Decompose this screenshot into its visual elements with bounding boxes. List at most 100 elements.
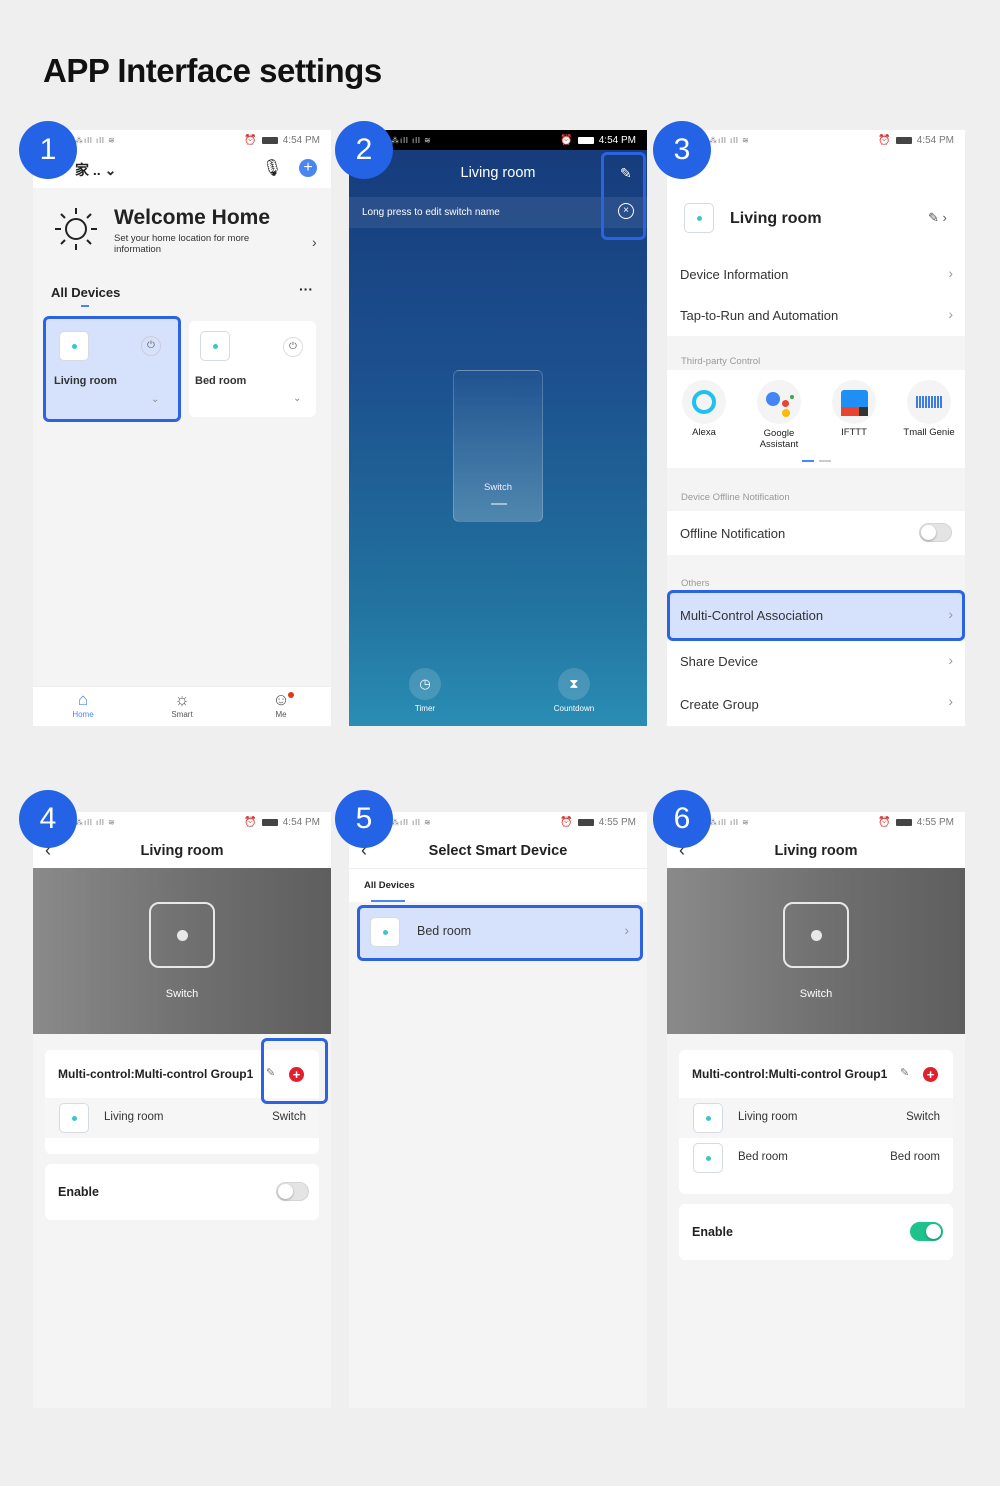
- switch-label: Switch: [799, 988, 833, 1000]
- enable-toggle[interactable]: [276, 1182, 309, 1201]
- step-badge-4: 4: [19, 790, 77, 848]
- switch-icon[interactable]: [149, 902, 215, 968]
- chevron-down-icon[interactable]: ⌄: [293, 393, 301, 404]
- page-title: APP Interface settings: [43, 52, 382, 89]
- screen-multi-control-linked: ⁂ıll ıll ≋ ⏰ 4:55 PM ‹ Living room Switch …: [667, 812, 965, 1408]
- device-name: Living room: [738, 1111, 798, 1123]
- pager-dot-active[interactable]: [802, 460, 814, 462]
- switch-button[interactable]: Switch: [453, 370, 543, 522]
- enable-label: Enable: [692, 1225, 733, 1239]
- highlight-box: [43, 316, 181, 422]
- nav-home[interactable]: ⌂ Home: [63, 690, 103, 719]
- row-device-information[interactable]: Device Information ›: [667, 254, 965, 295]
- screen-title: Living room: [774, 843, 858, 859]
- tmall-genie-icon: [907, 380, 951, 424]
- alexa-button[interactable]: Alexa: [679, 380, 729, 438]
- sun-icon: ☼: [174, 690, 190, 709]
- chevron-right-icon: ›: [948, 265, 953, 281]
- row-tap-to-run[interactable]: Tap-to-Run and Automation ›: [667, 295, 965, 336]
- welcome-title: Welcome Home: [114, 206, 270, 229]
- edit-icon[interactable]: ✎ ›: [928, 210, 947, 226]
- switch-name: Bed room: [890, 1151, 940, 1163]
- chevron-right-icon: ›: [948, 306, 953, 322]
- device-name: Living room: [730, 210, 822, 227]
- row-share-device[interactable]: Share Device ›: [667, 641, 965, 682]
- alarm-icon: ⏰: [244, 134, 257, 146]
- section-header: Third-party Control: [681, 356, 761, 367]
- screen-title: Living room: [140, 843, 224, 859]
- switch-label: Switch: [484, 482, 512, 493]
- screen-title: Select Smart Device: [428, 843, 568, 859]
- status-bar: ⁂ıll ıll ≋ ⏰ 4:54 PM: [75, 134, 320, 146]
- add-device-button[interactable]: +: [299, 159, 317, 177]
- device-name: Bed room: [195, 375, 247, 387]
- welcome-subtitle[interactable]: Set your home location for more informat…: [114, 233, 274, 255]
- chevron-right-icon[interactable]: ›: [312, 234, 317, 250]
- google-assistant-button[interactable]: Google Assistant: [749, 380, 809, 450]
- battery-icon: [261, 136, 278, 144]
- section-header: Device Offline Notification: [681, 492, 790, 503]
- label: Alexa: [692, 427, 716, 438]
- nav-smart[interactable]: ☼ Smart: [162, 690, 202, 719]
- switch-label: Switch: [165, 988, 199, 1000]
- all-devices-tab[interactable]: All Devices: [51, 285, 120, 300]
- label: Google Assistant: [759, 428, 799, 450]
- all-devices-tab[interactable]: All Devices: [364, 880, 415, 891]
- status-bar: ⁂ıll ıll ≋ ⏰ 4:55 PM: [709, 816, 954, 828]
- chevron-right-icon: ›: [948, 693, 953, 709]
- device-card-bed-room[interactable]: ⏻ Bed room ⌄: [189, 321, 316, 417]
- status-time: 4:54 PM: [598, 134, 636, 146]
- device-name: Bed room: [738, 1151, 788, 1163]
- pager-dot[interactable]: [819, 460, 831, 462]
- nav-label: Smart: [171, 710, 193, 719]
- timer-label: Timer: [414, 704, 436, 713]
- status-time: 4:54 PM: [282, 816, 320, 828]
- notification-dot: [288, 692, 294, 698]
- add-device-button[interactable]: +: [923, 1067, 938, 1082]
- status-time: 4:54 PM: [916, 134, 954, 146]
- ifttt-button[interactable]: IFTTT: [829, 380, 879, 438]
- clock-icon: ◷: [409, 668, 441, 700]
- countdown-label: Countdown: [553, 704, 595, 713]
- alexa-icon: [692, 390, 716, 414]
- label: IFTTT: [841, 427, 867, 438]
- countdown-button[interactable]: ⧗ Countdown: [546, 668, 602, 713]
- group-device-row: Living room Switch: [45, 1098, 319, 1138]
- microphone-icon[interactable]: 🎙: [262, 158, 282, 178]
- hourglass-icon: ⧗: [558, 668, 590, 700]
- enable-toggle[interactable]: [910, 1222, 943, 1241]
- highlight-box: [667, 590, 965, 641]
- switch-name: Switch: [272, 1111, 306, 1123]
- power-icon[interactable]: ⏻: [283, 337, 303, 357]
- timer-button[interactable]: ◷ Timer: [407, 668, 443, 713]
- group-device-row: Living room Switch: [679, 1098, 953, 1138]
- ifttt-icon: [832, 380, 876, 424]
- screen-device-settings: ⁂ıll ıll ≋ ⏰ 4:54 PM Living room ✎ › Devic…: [667, 130, 965, 726]
- nav-me[interactable]: ☺ Me: [261, 690, 301, 719]
- chevron-right-icon: ›: [948, 652, 953, 668]
- switch-icon[interactable]: [783, 902, 849, 968]
- step-badge-6: 6: [653, 790, 711, 848]
- status-time: 4:54 PM: [282, 134, 320, 146]
- more-icon[interactable]: ···: [299, 281, 313, 297]
- highlight-box: [601, 152, 646, 240]
- section-header: Others: [681, 578, 710, 589]
- offline-notification-toggle[interactable]: [919, 523, 952, 542]
- home-selector[interactable]: 家 .. ⌄: [75, 160, 116, 180]
- tmall-genie-button[interactable]: Tmall Genie: [899, 380, 959, 438]
- screen-select-device: ⁂ıll ıll ≋ ⏰ 4:55 PM ‹ Select Smart Device…: [349, 812, 647, 1408]
- row-create-group[interactable]: Create Group ›: [667, 682, 965, 726]
- nav-label: Me: [275, 710, 287, 719]
- switch-preview: Switch: [667, 868, 965, 1090]
- row-label: Offline Notification: [680, 525, 786, 541]
- step-badge-3: 3: [653, 121, 711, 179]
- row-label: Create Group: [680, 696, 759, 712]
- step-badge-5: 5: [335, 790, 393, 848]
- enable-card: Enable: [679, 1204, 953, 1260]
- status-time: 4:55 PM: [598, 816, 636, 828]
- profile-icon: ☺: [272, 690, 290, 709]
- edit-icon[interactable]: ✎: [900, 1066, 909, 1079]
- sun-icon: [53, 206, 99, 257]
- nav-label: Home: [72, 710, 94, 719]
- status-bar: ⁂ıll ıll ≋ ⏰ 4:55 PM: [391, 816, 636, 828]
